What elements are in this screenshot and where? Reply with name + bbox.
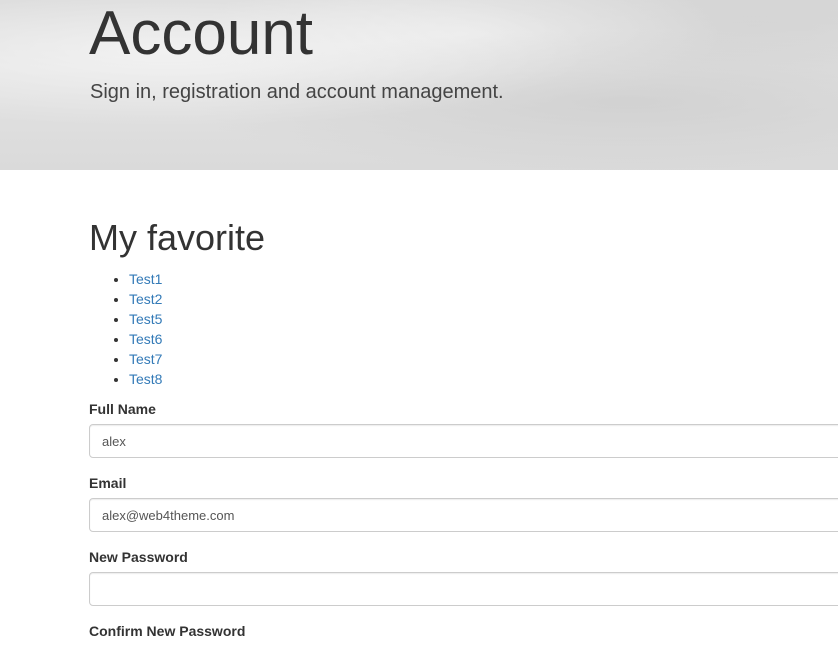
favorite-link-test5[interactable]: Test5 bbox=[129, 311, 162, 327]
new-password-group: New Password bbox=[89, 548, 838, 606]
new-password-label: New Password bbox=[89, 549, 188, 565]
list-item: Test2 bbox=[129, 289, 162, 309]
favorites-heading: My favorite bbox=[89, 217, 266, 258]
full-name-input[interactable] bbox=[89, 424, 838, 458]
favorite-link-test2[interactable]: Test2 bbox=[129, 291, 162, 307]
favorite-link-test1[interactable]: Test1 bbox=[129, 271, 162, 287]
page-title: Account bbox=[89, 0, 314, 68]
favorites-list: Test1 Test2 Test5 Test6 Test7 Test8 bbox=[89, 269, 162, 389]
list-item: Test6 bbox=[129, 329, 162, 349]
list-item: Test8 bbox=[129, 369, 162, 389]
list-item: Test1 bbox=[129, 269, 162, 289]
email-group: Email bbox=[89, 474, 838, 532]
favorite-link-test8[interactable]: Test8 bbox=[129, 371, 162, 387]
list-item: Test5 bbox=[129, 309, 162, 329]
list-item: Test7 bbox=[129, 349, 162, 369]
page-subtitle: Sign in, registration and account manage… bbox=[90, 81, 504, 103]
email-input[interactable] bbox=[89, 498, 838, 532]
full-name-group: Full Name bbox=[89, 400, 838, 458]
page-header-banner: Account Sign in, registration and accoun… bbox=[0, 0, 838, 170]
email-label: Email bbox=[89, 475, 127, 491]
favorite-link-test7[interactable]: Test7 bbox=[129, 351, 162, 367]
full-name-label: Full Name bbox=[89, 401, 156, 417]
new-password-input[interactable] bbox=[89, 572, 838, 606]
favorite-link-test6[interactable]: Test6 bbox=[129, 331, 162, 347]
confirm-password-label: Confirm New Password bbox=[89, 623, 246, 639]
confirm-password-group: Confirm New Password bbox=[89, 622, 838, 646]
